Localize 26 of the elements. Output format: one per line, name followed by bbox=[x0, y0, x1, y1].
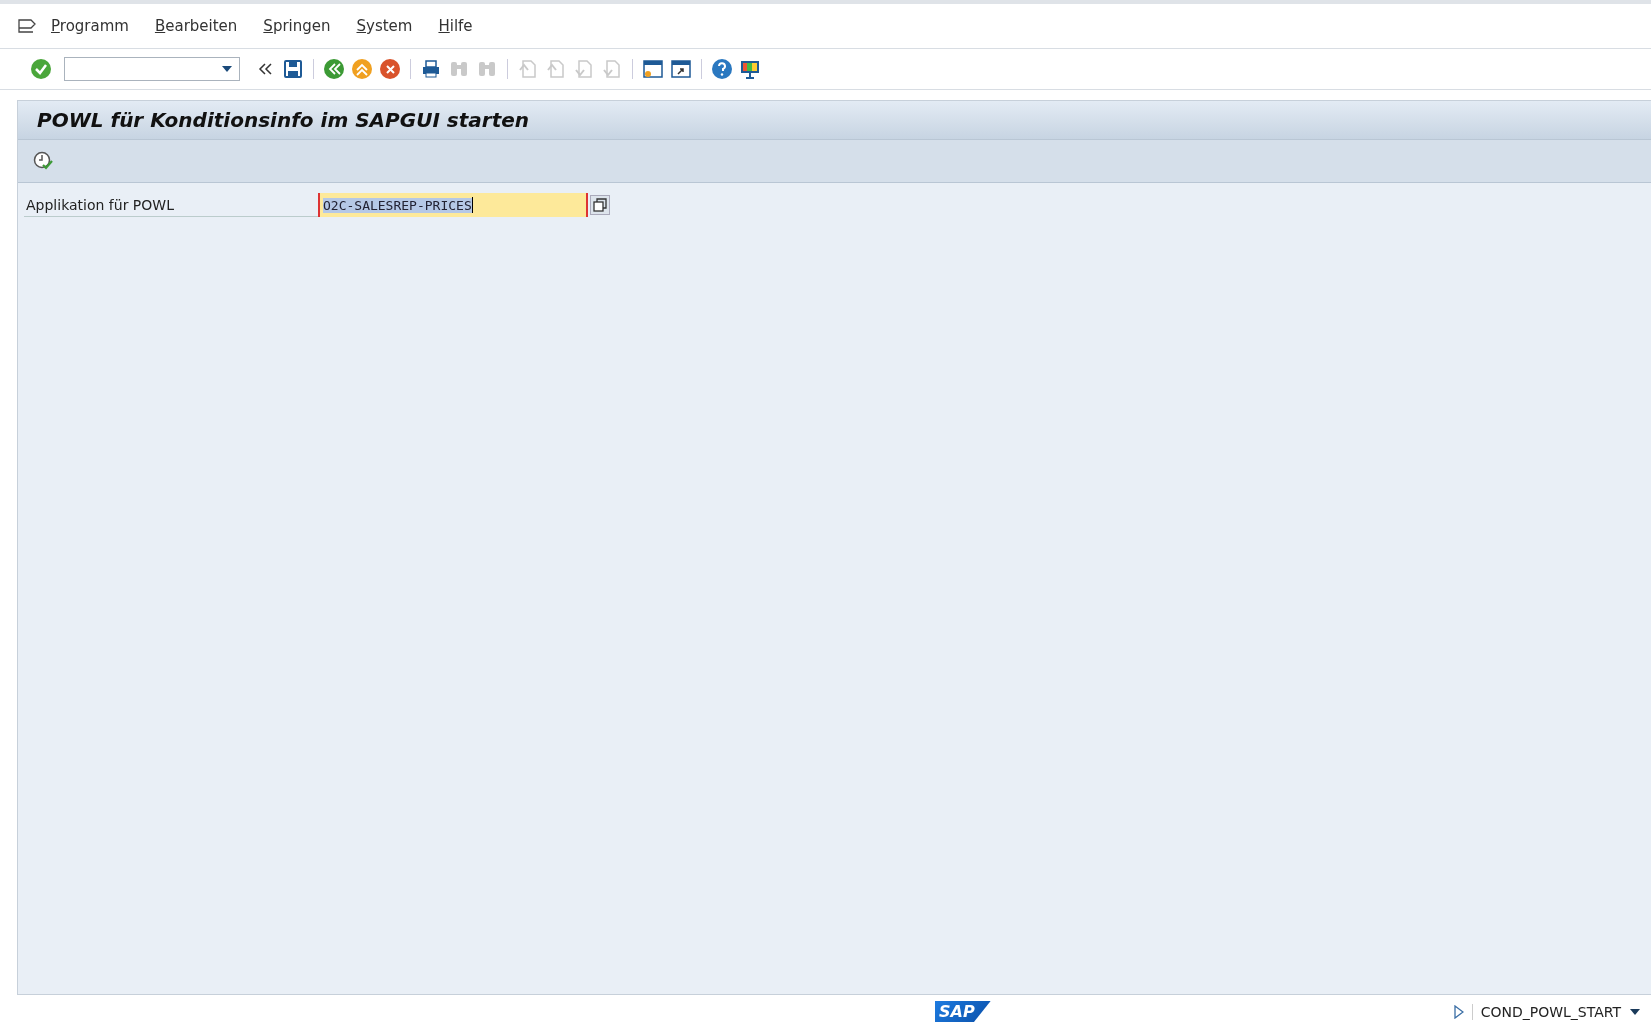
value-help-icon[interactable] bbox=[590, 195, 610, 215]
dropdown-icon[interactable] bbox=[221, 65, 233, 73]
new-window-icon[interactable] bbox=[642, 58, 664, 80]
dropdown-icon[interactable] bbox=[1629, 1008, 1641, 1016]
command-field[interactable] bbox=[64, 57, 240, 81]
menu-item[interactable]: Programm bbox=[51, 17, 129, 35]
sap-logo: SAP bbox=[935, 1001, 991, 1022]
play-icon[interactable] bbox=[1453, 1005, 1464, 1019]
application-field[interactable]: O2C-SALESREP-PRICES bbox=[318, 193, 588, 217]
menu-item[interactable]: System bbox=[356, 17, 413, 35]
menu-icon[interactable] bbox=[17, 18, 37, 34]
menu-item[interactable]: Springen bbox=[263, 17, 331, 35]
field-label: Applikation für POWL bbox=[24, 193, 318, 217]
menu-item[interactable]: Hilfe bbox=[438, 17, 473, 35]
monitor-icon[interactable] bbox=[739, 58, 761, 80]
transaction-code[interactable]: COND_POWL_START bbox=[1480, 1004, 1621, 1020]
back-icon[interactable] bbox=[323, 58, 345, 80]
cancel-icon[interactable] bbox=[379, 58, 401, 80]
help-icon[interactable] bbox=[711, 58, 733, 80]
save-icon[interactable] bbox=[282, 58, 304, 80]
screen-title: POWL für Konditionsinfo im SAPGUI starten bbox=[37, 108, 529, 132]
clock-check-icon[interactable] bbox=[32, 150, 54, 172]
checkmark-icon[interactable] bbox=[30, 58, 52, 80]
menu-item[interactable]: Bearbeiten bbox=[154, 17, 238, 35]
shortcut-window-icon[interactable] bbox=[670, 58, 692, 80]
printer-icon[interactable] bbox=[420, 58, 442, 80]
